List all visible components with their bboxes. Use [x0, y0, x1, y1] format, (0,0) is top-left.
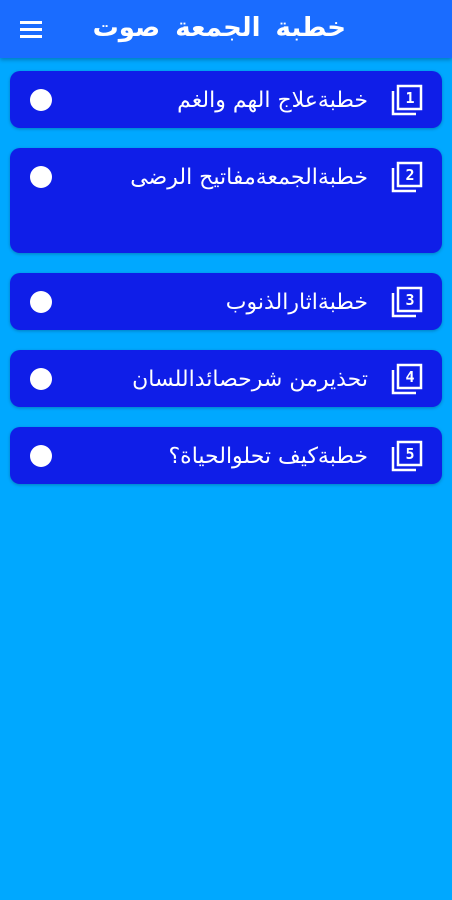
item-number: 5 [405, 445, 415, 463]
item-label: خطبةعلاج الهم والغم [177, 88, 368, 113]
numbered-square-icon: 4 [390, 362, 424, 396]
play-indicator-dot[interactable] [30, 445, 52, 467]
list-item[interactable]: 5 خطبةكيف تحلوالحياة؟ [10, 427, 442, 484]
app-bar: خطبة الجمعة صوت [0, 0, 452, 58]
play-indicator-dot[interactable] [30, 291, 52, 313]
item-label: خطبةاثارالذنوب [225, 290, 368, 315]
list-item[interactable]: 1 خطبةعلاج الهم والغم [10, 71, 442, 128]
list-item[interactable]: 4 تحذيرمن شرحصائداللسان [10, 350, 442, 407]
list-item[interactable]: 3 خطبةاثارالذنوب [10, 273, 442, 330]
list-item[interactable]: 2 خطبةالجمعةمفاتيح الرضى [10, 148, 442, 253]
numbered-square-icon: 5 [390, 439, 424, 473]
numbered-square-icon: 3 [390, 285, 424, 319]
app-title: خطبة الجمعة صوت [92, 13, 346, 43]
item-number: 4 [405, 368, 415, 386]
numbered-square-icon: 2 [390, 160, 424, 194]
hamburger-menu-icon[interactable] [18, 18, 48, 40]
item-label: خطبةكيف تحلوالحياة؟ [168, 444, 369, 469]
khutbah-list: 1 خطبةعلاج الهم والغم 2 خطبةالجمعةمفاتيح… [10, 71, 442, 504]
item-label: خطبةالجمعةمفاتيح الرضى [130, 165, 368, 190]
play-indicator-dot[interactable] [30, 89, 52, 111]
item-number: 2 [405, 166, 415, 184]
numbered-square-icon: 1 [390, 83, 424, 117]
item-number: 1 [405, 89, 415, 107]
play-indicator-dot[interactable] [30, 368, 52, 390]
item-number: 3 [405, 291, 415, 309]
item-label: تحذيرمن شرحصائداللسان [132, 367, 368, 392]
play-indicator-dot[interactable] [30, 166, 52, 188]
